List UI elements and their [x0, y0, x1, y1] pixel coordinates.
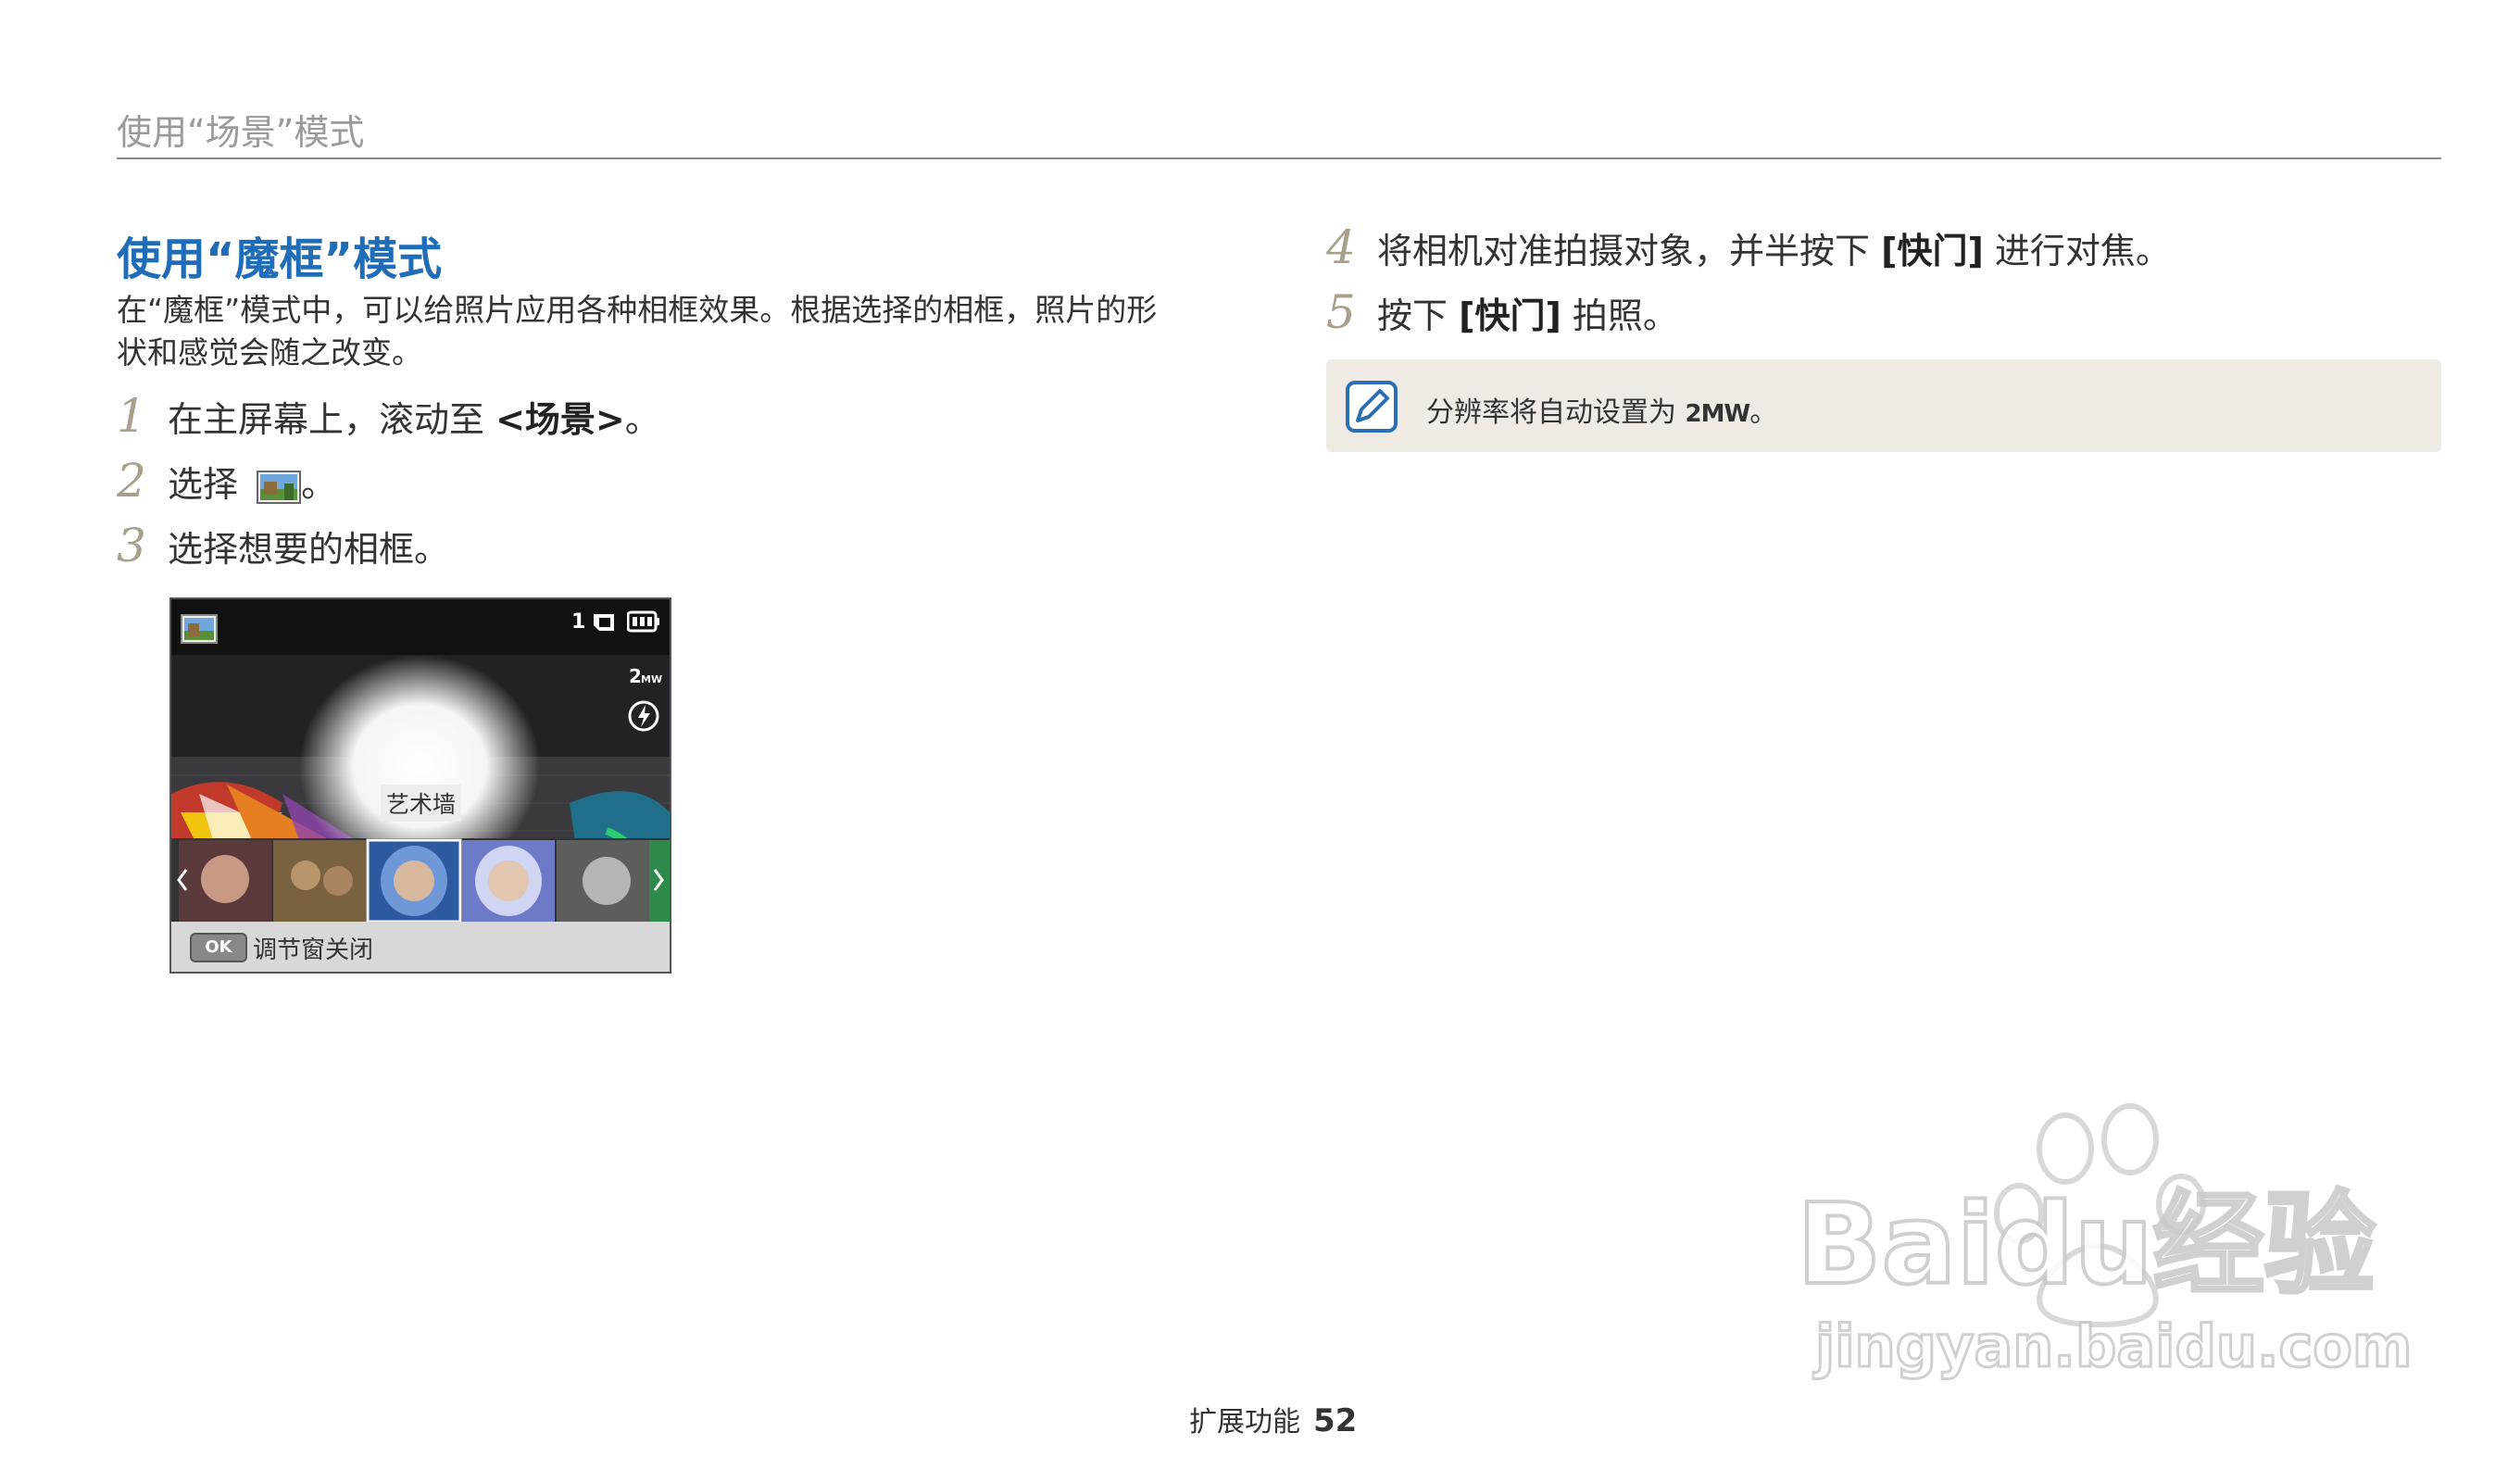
running-header: 使用“场景”模式	[117, 112, 365, 153]
step-bold: <场景>	[495, 399, 625, 440]
step-3: 3 选择想要的相框。	[117, 519, 449, 572]
note-text-body: 分辨率将自动设置为	[1426, 396, 1686, 429]
note-pencil-icon	[1346, 381, 1398, 433]
page-footer: 扩展功能 52	[1189, 1399, 1357, 1439]
step-bold: [快门]	[1881, 231, 1984, 271]
step-2: 2 选择 。	[117, 454, 336, 508]
resolution-2mw-icon: 2 MW	[629, 666, 662, 686]
camera-screen: 1 2 MW 艺术墙 OK 调节窗关闭	[169, 597, 671, 974]
step-text: 按下	[1377, 295, 1460, 336]
note-text: 分辨率将自动设置为 2MW。	[1426, 389, 1777, 430]
step-1: 1 在主屏幕上，滚动至 <场景>。	[117, 389, 660, 443]
scene-frame-icon	[257, 470, 302, 504]
battery-icon	[627, 610, 659, 633]
step-text-end: 。	[624, 399, 660, 440]
step-text: 选择	[168, 464, 250, 505]
memory-card-icon	[594, 614, 614, 631]
section-title: 使用“魔框”模式	[117, 233, 443, 285]
ok-button[interactable]: OK	[190, 933, 247, 962]
step-number: 4	[1326, 220, 1356, 274]
frame-name-label: 艺术墙	[381, 785, 462, 822]
section-intro: 在“魔框”模式中，可以给照片应用各种相框效果。根据选择的相框，照片的形状和感觉会…	[117, 292, 1158, 371]
footer-section: 扩展功能	[1189, 1406, 1300, 1439]
header-divider	[117, 157, 2441, 159]
step-text: 选择想要的相框。	[168, 529, 450, 570]
frame-thumbnail-strip[interactable]	[171, 838, 670, 923]
step-text-end: 。	[301, 464, 337, 505]
flash-off-icon	[628, 700, 659, 732]
chevron-left-icon[interactable]	[175, 866, 190, 894]
step-text: 在主屏幕上，滚动至	[168, 399, 496, 440]
note-text-end: 。	[1749, 396, 1778, 429]
step-bold: [快门]	[1459, 295, 1561, 336]
step-text: 将相机对准拍摄对象，并半按下	[1377, 231, 1882, 271]
step-number: 3	[117, 519, 146, 572]
ok-hint-text: 调节窗关闭	[253, 936, 374, 964]
thumbnail-images	[179, 838, 670, 923]
watermark-url: jingyan.baidu.com	[1812, 1313, 2412, 1380]
watermark-brand: Baidu经验	[1797, 1181, 2376, 1310]
scene-frame-icon	[181, 614, 218, 644]
baidu-watermark: Baidu经验 jingyan.baidu.com	[1795, 1103, 2413, 1382]
svg-text:MW: MW	[641, 673, 662, 685]
svg-text:2: 2	[629, 666, 642, 686]
step-text-end: 拍照。	[1561, 295, 1678, 336]
note-box: 分辨率将自动设置为 2MW。	[1326, 359, 2441, 452]
screen-status-bar: 1	[171, 599, 670, 655]
screen-hint-bar: OK 调节窗关闭	[171, 922, 670, 972]
step-number: 2	[117, 454, 146, 508]
step-number: 5	[1326, 285, 1356, 339]
step-5: 5 按下 [快门] 拍照。	[1326, 285, 1678, 339]
step-text-end: 进行对焦。	[1983, 231, 2171, 271]
resolution-glyph: 2MW	[1685, 400, 1751, 428]
shot-counter: 1	[571, 610, 586, 634]
chevron-right-icon[interactable]	[651, 866, 666, 894]
step-4: 4 将相机对准拍摄对象，并半按下 [快门] 进行对焦。	[1326, 220, 2171, 274]
step-number: 1	[117, 389, 146, 443]
page-number: 52	[1313, 1402, 1358, 1439]
